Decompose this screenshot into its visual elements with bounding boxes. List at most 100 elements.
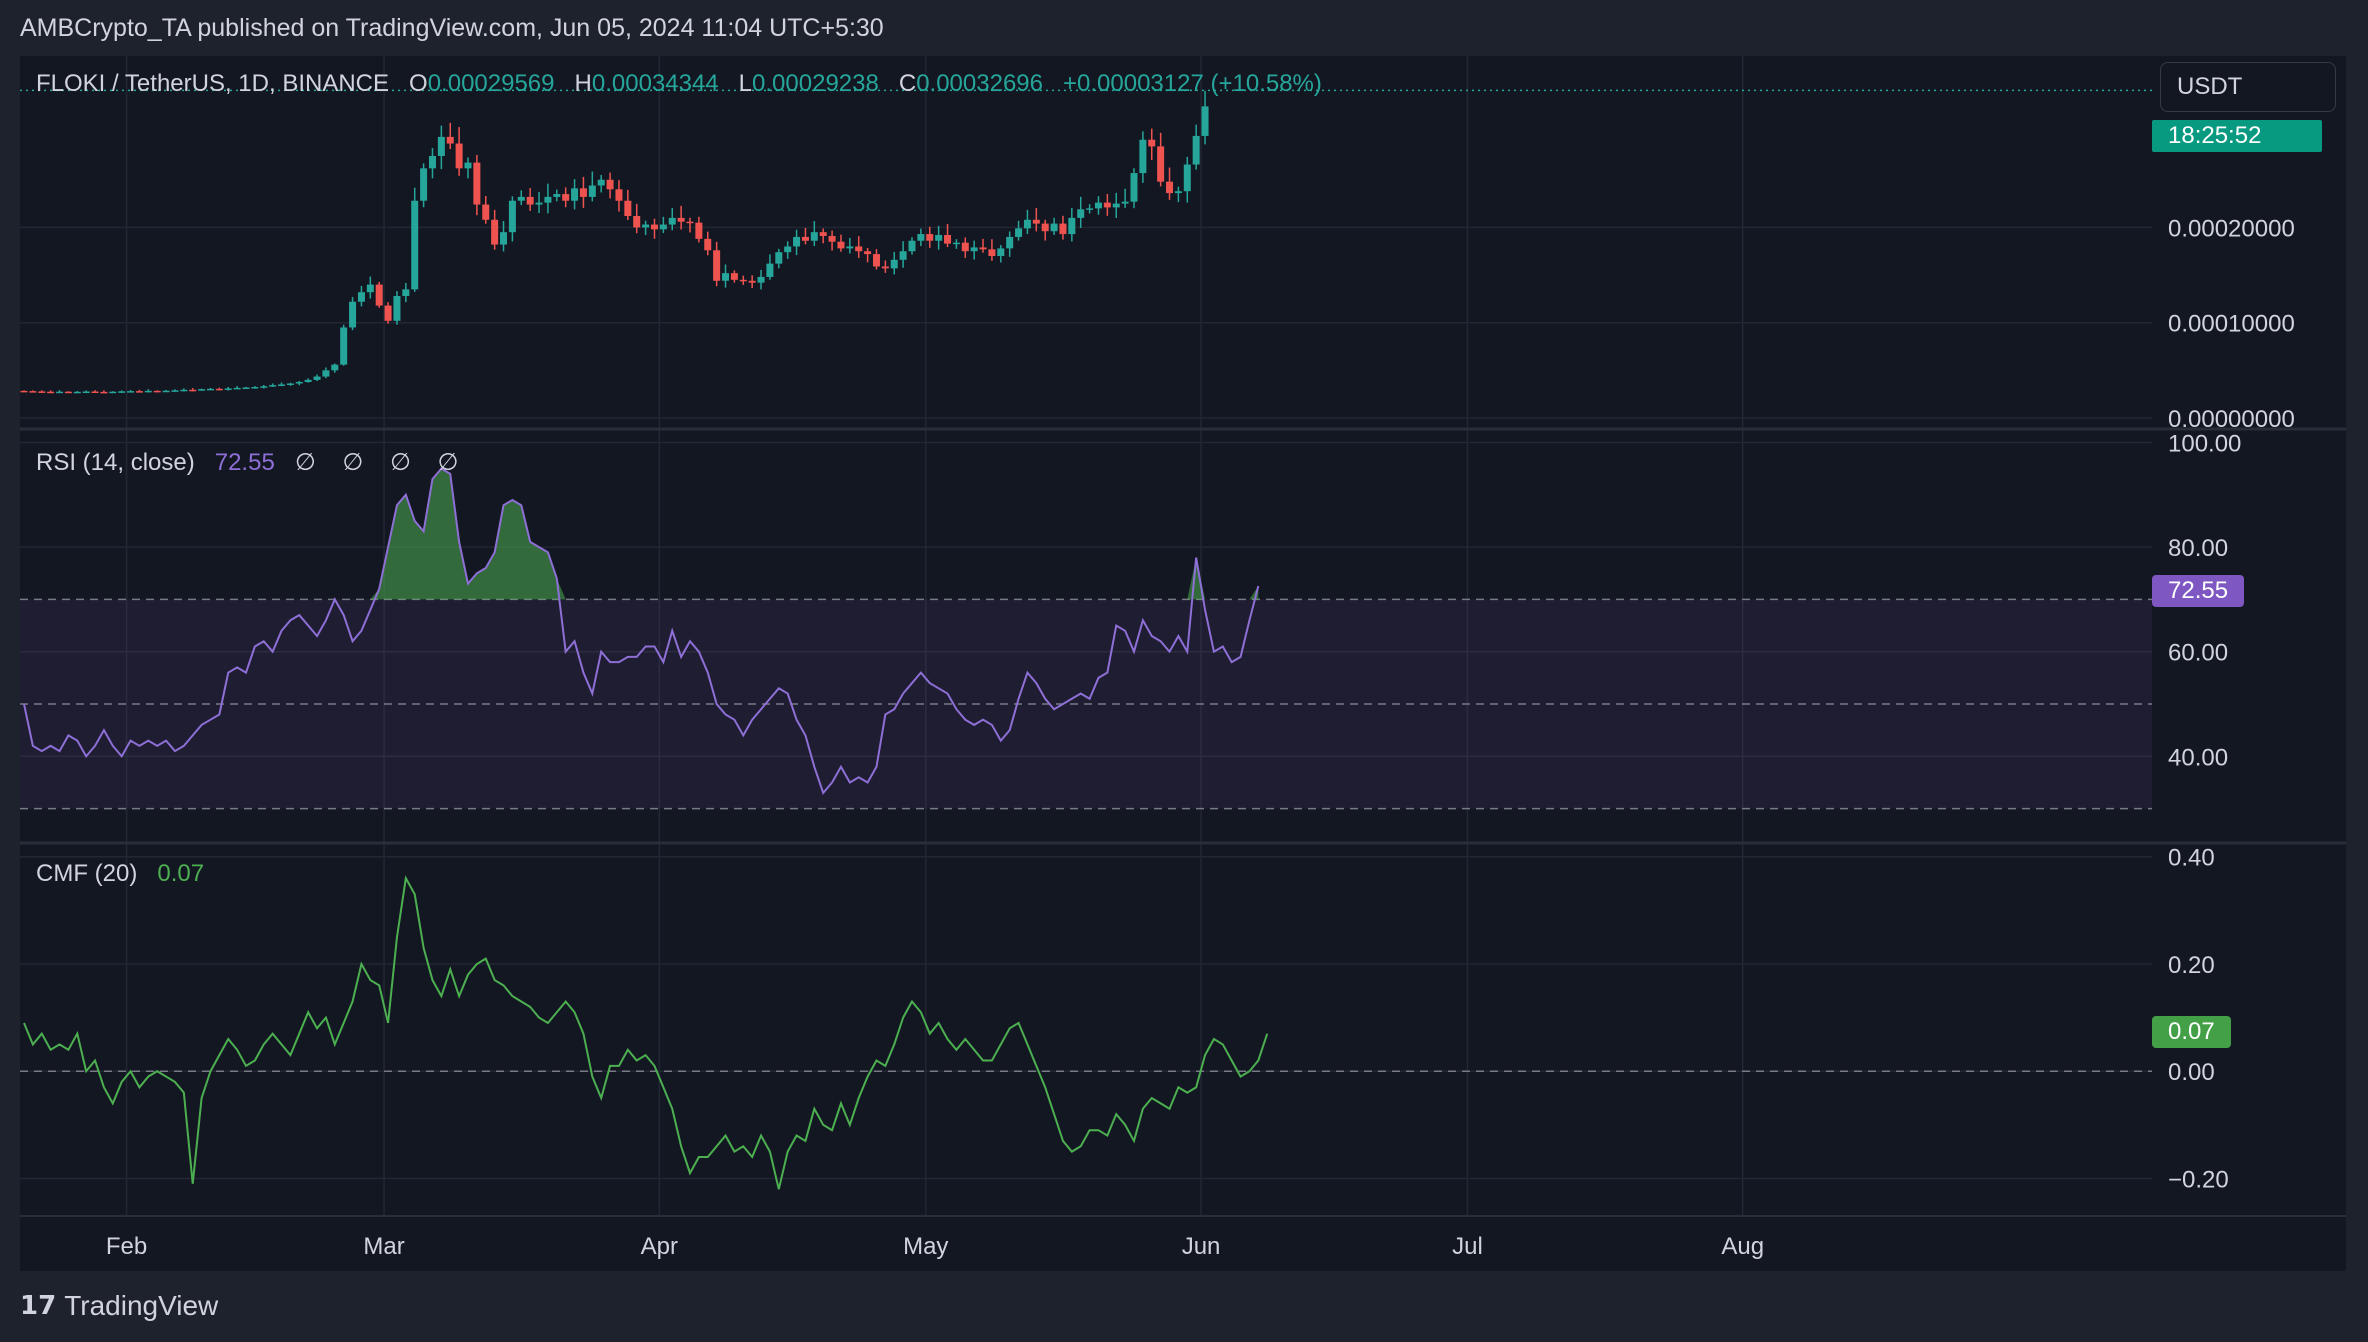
- candle-body: [437, 136, 445, 156]
- main-tick-label: 0.00020000: [2168, 215, 2295, 242]
- rsi-overbought-fill: [24, 468, 1259, 600]
- candle-body: [1157, 146, 1165, 182]
- candle-body: [357, 292, 365, 302]
- candle-body: [855, 246, 863, 252]
- candle-body: [1068, 217, 1076, 235]
- candle-body: [837, 241, 845, 249]
- candle-body: [349, 301, 357, 328]
- candle-body: [304, 379, 312, 382]
- cmf-value: 0.07: [157, 860, 205, 887]
- candle-body: [198, 389, 206, 391]
- low-label: L: [738, 70, 753, 97]
- month-label-may: May: [903, 1233, 948, 1260]
- cmf-label[interactable]: CMF (20): [36, 860, 137, 887]
- candle-body: [82, 391, 90, 394]
- main-legend: FLOKI / TetherUS, 1D, BINANCE O0.0002956…: [36, 70, 1322, 98]
- candle-body: [1015, 228, 1023, 237]
- candle-body: [242, 387, 250, 390]
- candle-body: [597, 179, 605, 186]
- candle-body: [100, 391, 108, 394]
- candle-body: [1139, 139, 1147, 174]
- rsi-legend: RSI (14, close) 72.55 ∅ ∅ ∅ ∅: [36, 448, 468, 477]
- candle-body: [331, 364, 339, 371]
- month-label-aug: Aug: [1721, 1233, 1764, 1260]
- month-label-jul: Jul: [1452, 1233, 1483, 1260]
- month-label-feb: Feb: [106, 1233, 147, 1260]
- candle-body: [1086, 208, 1094, 210]
- cmf-tick-label: −0.20: [2168, 1166, 2229, 1193]
- candle-body: [828, 235, 836, 242]
- candle-body: [1174, 191, 1182, 194]
- candle-body: [846, 246, 854, 249]
- candle-body: [730, 273, 738, 280]
- candle-body: [553, 194, 561, 197]
- rsi-tick-label: 40.00: [2168, 744, 2228, 771]
- candle-body: [295, 381, 303, 384]
- candle-body: [153, 390, 161, 393]
- chart-area[interactable]: Feb Mar Apr May Jun Jul Aug 0.00020000 0.0001000…: [20, 56, 2346, 1271]
- candle-body: [748, 280, 756, 283]
- candle-body: [713, 250, 721, 281]
- candle-body: [793, 236, 801, 247]
- chart-canvas[interactable]: Feb Mar Apr May Jun Jul Aug 0.00020000 0.0001000…: [20, 56, 2346, 1271]
- tradingview-logo-icon[interactable]: 17: [20, 1291, 56, 1321]
- candle-body: [420, 168, 428, 201]
- candle-body: [56, 391, 64, 394]
- candle-body: [935, 235, 943, 241]
- candle-body: [899, 251, 907, 260]
- main-tick-label: 0.00000000: [2168, 406, 2295, 433]
- candle-body: [926, 234, 934, 241]
- candle-body: [544, 196, 552, 203]
- candle-body: [686, 221, 694, 224]
- candle-body: [668, 217, 676, 225]
- candle-body: [1032, 219, 1040, 224]
- cmf-tick-label: 0.40: [2168, 845, 2215, 872]
- candle-body: [588, 185, 596, 197]
- candle-body: [881, 266, 889, 269]
- candle-body: [286, 383, 294, 386]
- candle-body: [29, 391, 37, 393]
- candle-body: [384, 305, 392, 321]
- rsi-value: 72.55: [214, 449, 275, 476]
- candle-body: [491, 219, 499, 245]
- candle-body: [473, 162, 481, 205]
- close-label: C: [898, 70, 917, 97]
- candle-body: [162, 390, 170, 393]
- candle-body: [313, 376, 321, 380]
- candle-body: [402, 289, 410, 297]
- candle-body: [704, 238, 712, 251]
- candle-body: [633, 215, 641, 228]
- cmf-line: [23, 875, 1269, 1190]
- symbol-label[interactable]: FLOKI / TetherUS, 1D, BINANCE: [36, 70, 389, 97]
- candle-body: [650, 224, 658, 230]
- candle-body: [659, 224, 667, 230]
- month-label-apr: Apr: [641, 1233, 678, 1260]
- rsi-label[interactable]: RSI (14, close): [36, 449, 195, 476]
- candle-body: [677, 217, 685, 222]
- candle-body: [571, 188, 579, 201]
- candle-body: [766, 263, 774, 277]
- candle-body: [615, 189, 623, 201]
- currency-selector[interactable]: USDT: [2160, 62, 2336, 112]
- candle-body: [775, 252, 783, 264]
- candle-body: [979, 247, 987, 250]
- rsi-price-tag: 72.55: [2152, 575, 2245, 607]
- candle-body: [535, 202, 543, 205]
- footer-brand[interactable]: TradingView: [64, 1290, 218, 1322]
- candle-body: [624, 200, 632, 216]
- candle-body: [1112, 203, 1120, 208]
- candle-body: [1094, 202, 1102, 209]
- candle-body: [997, 248, 1005, 256]
- rsi-tick-label: 80.00: [2168, 535, 2228, 562]
- candle-body: [801, 236, 809, 241]
- candle-body: [695, 222, 703, 239]
- candle-body: [1130, 173, 1138, 202]
- candle-body: [189, 389, 197, 392]
- bar-countdown: 18:25:52: [2152, 120, 2322, 152]
- candle-body: [109, 391, 117, 394]
- candle-body: [1050, 223, 1058, 232]
- candle-body: [961, 242, 969, 252]
- candle-body: [757, 276, 765, 283]
- candle-body: [864, 251, 872, 255]
- candle-body: [1059, 223, 1067, 235]
